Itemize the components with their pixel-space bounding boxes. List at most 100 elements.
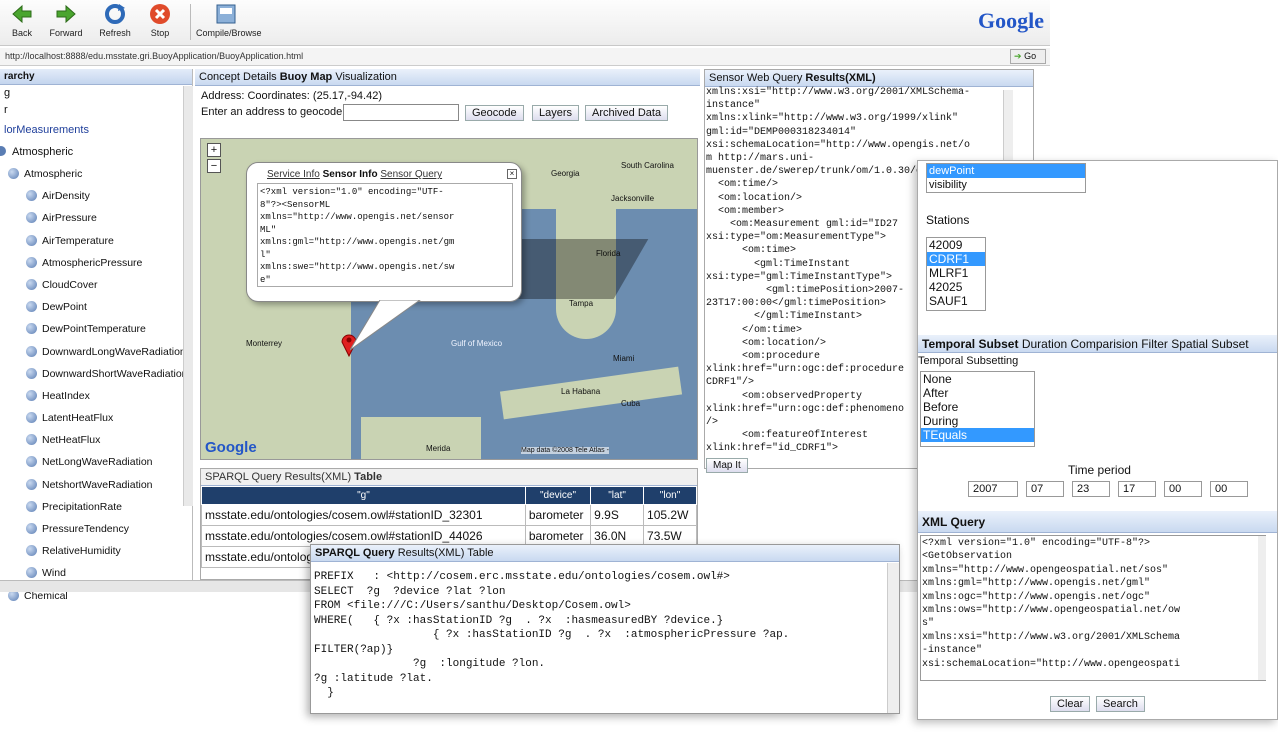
- tree-item[interactable]: LatentHeatFlux: [0, 407, 192, 429]
- compile-label: Compile/Browse: [196, 28, 262, 38]
- tab-results-xml[interactable]: Results(XML): [398, 547, 465, 559]
- clear-button[interactable]: Clear: [1050, 696, 1091, 712]
- address-label: Address:: [201, 90, 245, 102]
- tree-item[interactable]: DownwardShortWaveRadiation: [0, 363, 192, 385]
- minute-field[interactable]: 00: [1164, 481, 1202, 497]
- tree-root-1[interactable]: g: [0, 85, 192, 102]
- stations-list[interactable]: 42009 CDRF1 MLRF1 42025 SAUF1: [926, 237, 986, 311]
- temporal-options-list[interactable]: None After Before During TEquals: [920, 371, 1035, 447]
- station-option[interactable]: 42009: [927, 238, 985, 252]
- sparql-query-text[interactable]: PREFIX : <http://cosem.erc.msstate.edu/o…: [311, 562, 899, 709]
- station-option[interactable]: MLRF1: [927, 266, 985, 280]
- tree-measurements[interactable]: lorMeasurements: [0, 119, 192, 141]
- tab-duration[interactable]: Duration: [1022, 337, 1067, 351]
- tree-item[interactable]: RelativeHumidity: [0, 540, 192, 562]
- hierarchy-scrollbar[interactable]: [183, 86, 193, 506]
- station-option[interactable]: 42025: [927, 280, 985, 294]
- compile-browse-button[interactable]: Compile/Browse: [196, 2, 262, 38]
- tab-sensor-results-xml[interactable]: Results(XML): [805, 72, 875, 84]
- sparql-query-tabbar: SPARQL Query Results(XML) Table: [311, 545, 899, 562]
- text-line: ML": [260, 224, 277, 235]
- station-option[interactable]: SAUF1: [927, 294, 985, 308]
- tab-sparql-query[interactable]: SPARQL Query: [205, 471, 281, 483]
- tree-item[interactable]: AirDensity: [0, 185, 192, 207]
- refresh-button[interactable]: Refresh: [95, 2, 135, 38]
- temporal-option[interactable]: None: [921, 372, 1034, 386]
- zoom-out-button[interactable]: −: [207, 159, 221, 173]
- tree-item[interactable]: HeatIndex: [0, 385, 192, 407]
- temporal-option[interactable]: After: [921, 386, 1034, 400]
- tab-table[interactable]: Table: [467, 547, 493, 559]
- tree-item[interactable]: AirTemperature: [0, 230, 192, 252]
- forward-button[interactable]: Forward: [46, 2, 86, 38]
- tree-item[interactable]: NetshortWaveRadiation: [0, 474, 192, 496]
- tree-root-2[interactable]: r: [0, 102, 192, 119]
- tree-label: NetHeatFlux: [42, 434, 101, 447]
- table-row[interactable]: msstate.edu/ontologies/cosem.owl#station…: [201, 504, 697, 526]
- tree-label: PrecipitationRate: [42, 500, 122, 513]
- tree-item[interactable]: AirPressure: [0, 207, 192, 229]
- temporal-option[interactable]: During: [921, 414, 1034, 428]
- tree-label: DownwardShortWaveRadiation: [42, 367, 188, 380]
- sensorml-text[interactable]: <?xml version="1.0" encoding="UTF- 8"?><S…: [257, 183, 513, 287]
- geocode-input[interactable]: [343, 104, 459, 121]
- tree-label: LatentHeatFlux: [42, 412, 114, 425]
- month-field[interactable]: 07: [1026, 481, 1064, 497]
- tab-temporal-subset[interactable]: Temporal Subset: [922, 337, 1018, 351]
- map-it-button[interactable]: Map It: [706, 458, 748, 473]
- tree-item[interactable]: NetHeatFlux: [0, 429, 192, 451]
- day-field[interactable]: 23: [1072, 481, 1110, 497]
- node-icon: [26, 367, 37, 379]
- xml-scrollbar[interactable]: [1258, 536, 1266, 680]
- search-button[interactable]: Search: [1096, 696, 1145, 712]
- col-lon: "lon": [643, 486, 697, 505]
- temporal-option[interactable]: TEquals: [921, 428, 1034, 442]
- tab-visualization[interactable]: Visualization: [335, 71, 397, 83]
- back-button[interactable]: Back: [2, 2, 42, 38]
- tree-label: PressureTendency: [42, 523, 129, 535]
- tab-comparision-filter[interactable]: Comparision Filter: [1071, 337, 1168, 351]
- tab-concept-details[interactable]: Concept Details: [199, 71, 277, 83]
- archived-data-button[interactable]: Archived Data: [585, 105, 669, 121]
- zoom-in-button[interactable]: +: [207, 143, 221, 157]
- second-field[interactable]: 00: [1210, 481, 1248, 497]
- tree-item[interactable]: DownwardLongWaveRadiation: [0, 341, 192, 363]
- geocode-button[interactable]: Geocode: [465, 105, 524, 121]
- address-bar[interactable]: http://localhost:8888/edu.msstate.gri.Bu…: [0, 48, 1050, 66]
- tab-table[interactable]: Table: [354, 471, 382, 483]
- map-google-logo: Google: [205, 439, 257, 456]
- tab-xml-query[interactable]: XML Query: [922, 515, 985, 529]
- temporal-option[interactable]: Before: [921, 400, 1034, 414]
- xml-query-text[interactable]: <?xml version="1.0" encoding="UTF-8"?> <G…: [920, 535, 1266, 681]
- stop-button[interactable]: Stop: [140, 2, 180, 38]
- tree-item[interactable]: DewPointTemperature: [0, 318, 192, 340]
- close-icon[interactable]: ×: [507, 169, 517, 179]
- property-option[interactable]: dewPoint: [927, 164, 1085, 178]
- tab-sensor-web-query[interactable]: Sensor Web Query: [709, 72, 802, 84]
- tree-item[interactable]: CloudCover: [0, 274, 192, 296]
- tab-sparql-query[interactable]: SPARQL Query: [315, 547, 395, 559]
- tree-item[interactable]: DewPoint: [0, 296, 192, 318]
- hour-field[interactable]: 17: [1118, 481, 1156, 497]
- tree-item[interactable]: AtmosphericPressure: [0, 252, 192, 274]
- property-list[interactable]: dewPoint visibility: [926, 163, 1086, 193]
- year-field[interactable]: 2007: [968, 481, 1018, 497]
- tree-item[interactable]: PrecipitationRate: [0, 496, 192, 518]
- tab-service-info[interactable]: Service Info: [267, 169, 320, 180]
- station-option[interactable]: CDRF1: [927, 252, 985, 266]
- tree-atmospheric-top[interactable]: Atmospheric: [0, 141, 192, 163]
- tree-item[interactable]: NetLongWaveRadiation: [0, 451, 192, 473]
- layers-button[interactable]: Layers: [532, 105, 580, 121]
- property-option[interactable]: visibility: [927, 178, 1085, 192]
- go-button[interactable]: ➔ Go: [1010, 49, 1046, 64]
- tab-buoy-map[interactable]: Buoy Map: [280, 71, 333, 83]
- tab-spatial-subset[interactable]: Spatial Subset: [1171, 337, 1248, 351]
- sparql-scrollbar[interactable]: [887, 563, 899, 713]
- tree-item[interactable]: PressureTendency: [0, 518, 192, 540]
- tab-sensor-info[interactable]: Sensor Info: [323, 169, 378, 180]
- map-label-la-habana: La Habana: [561, 387, 601, 396]
- tab-sensor-query[interactable]: Sensor Query: [380, 169, 442, 180]
- tab-results-xml[interactable]: Results(XML): [284, 471, 351, 483]
- map-label-monterrey: Monterrey: [246, 339, 283, 348]
- tree-atmospheric[interactable]: Atmospheric: [0, 163, 192, 185]
